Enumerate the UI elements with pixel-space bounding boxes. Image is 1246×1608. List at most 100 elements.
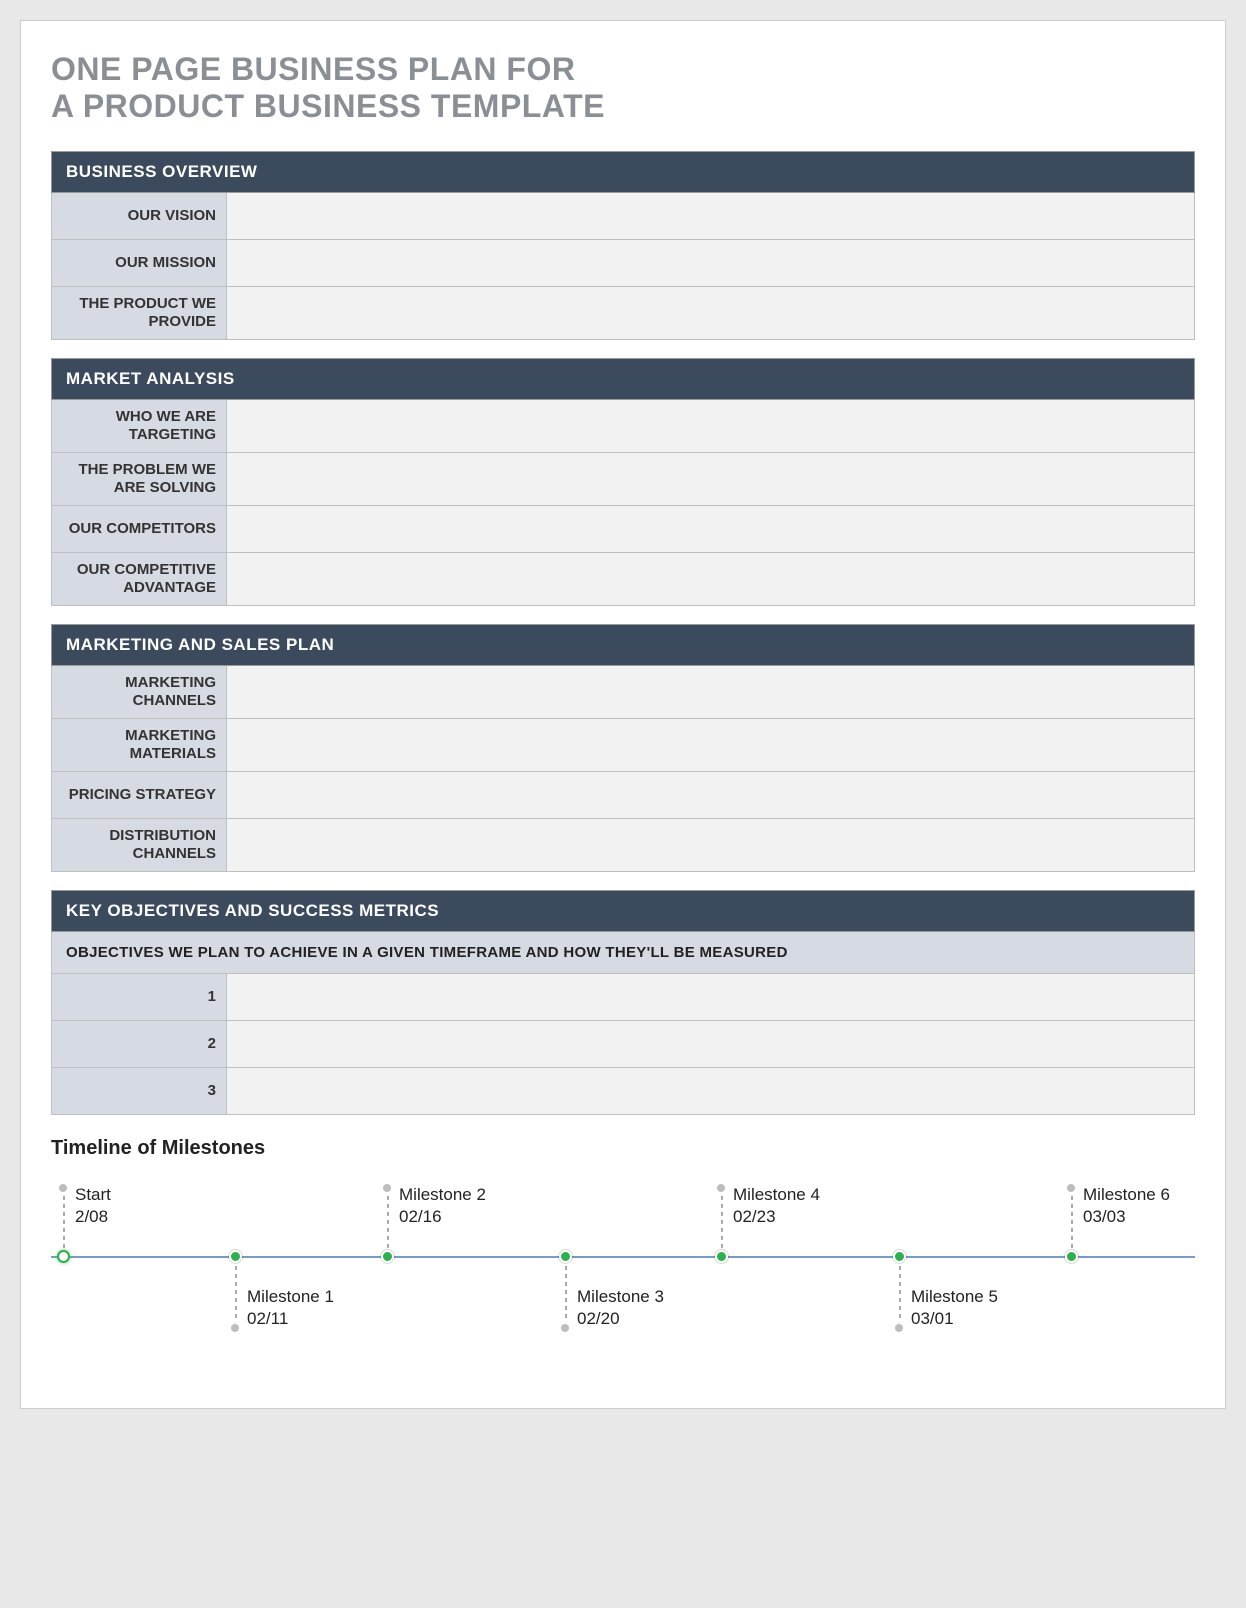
ms3-date: 02/20 bbox=[577, 1308, 664, 1330]
pin-m1 bbox=[235, 1258, 237, 1326]
axis-dot-m3 bbox=[559, 1250, 572, 1263]
row-obj-2: 2 bbox=[51, 1021, 1195, 1068]
ms-start-label: Start bbox=[75, 1184, 111, 1206]
title-line-2: A PRODUCT BUSINESS TEMPLATE bbox=[51, 88, 605, 124]
page-title: ONE PAGE BUSINESS PLAN FOR A PRODUCT BUS… bbox=[51, 51, 1195, 125]
label-competitors: OUR COMPETITORS bbox=[52, 506, 227, 552]
value-obj-3[interactable] bbox=[227, 1068, 1194, 1114]
ms1-date: 02/11 bbox=[247, 1308, 334, 1330]
pin-m6 bbox=[1071, 1188, 1073, 1256]
pin-dot-icon bbox=[893, 1322, 905, 1334]
value-targeting[interactable] bbox=[227, 400, 1194, 452]
row-problem: THE PROBLEM WE ARE SOLVING bbox=[51, 453, 1195, 506]
title-line-1: ONE PAGE BUSINESS PLAN FOR bbox=[51, 51, 575, 87]
milestone-4: Milestone 4 02/23 bbox=[733, 1184, 820, 1228]
milestone-3: Milestone 3 02/20 bbox=[577, 1286, 664, 1330]
row-obj-3: 3 bbox=[51, 1068, 1195, 1115]
value-problem[interactable] bbox=[227, 453, 1194, 505]
ms5-label: Milestone 5 bbox=[911, 1286, 998, 1308]
axis-dot-m5 bbox=[893, 1250, 906, 1263]
value-product[interactable] bbox=[227, 287, 1194, 339]
pin-dot-icon bbox=[381, 1182, 393, 1194]
row-obj-1: 1 bbox=[51, 974, 1195, 1021]
section-header-market: MARKET ANALYSIS bbox=[51, 358, 1195, 400]
timeline-title: Timeline of Milestones bbox=[51, 1137, 1195, 1160]
label-distribution: DISTRIBUTION CHANNELS bbox=[52, 819, 227, 871]
label-obj-1: 1 bbox=[52, 974, 227, 1020]
section-objectives: KEY OBJECTIVES AND SUCCESS METRICS OBJEC… bbox=[51, 890, 1195, 1115]
axis-dot-m1 bbox=[229, 1250, 242, 1263]
value-distribution[interactable] bbox=[227, 819, 1194, 871]
pin-m5 bbox=[899, 1258, 901, 1326]
value-vision[interactable] bbox=[227, 193, 1194, 239]
section-header-objectives: KEY OBJECTIVES AND SUCCESS METRICS bbox=[51, 890, 1195, 932]
label-mkt-channels: MARKETING CHANNELS bbox=[52, 666, 227, 718]
milestone-1: Milestone 1 02/11 bbox=[247, 1286, 334, 1330]
label-problem: THE PROBLEM WE ARE SOLVING bbox=[52, 453, 227, 505]
label-advantage: OUR COMPETITIVE ADVANTAGE bbox=[52, 553, 227, 605]
ms4-label: Milestone 4 bbox=[733, 1184, 820, 1206]
row-mkt-channels: MARKETING CHANNELS bbox=[51, 666, 1195, 719]
section-header-marketing: MARKETING AND SALES PLAN bbox=[51, 624, 1195, 666]
ms5-date: 03/01 bbox=[911, 1308, 998, 1330]
pin-start bbox=[63, 1188, 65, 1256]
row-mission: OUR MISSION bbox=[51, 240, 1195, 287]
axis-dot-m4 bbox=[715, 1250, 728, 1263]
label-obj-2: 2 bbox=[52, 1021, 227, 1067]
label-obj-3: 3 bbox=[52, 1068, 227, 1114]
pin-m2 bbox=[387, 1188, 389, 1256]
row-mkt-materials: MARKETING MATERIALS bbox=[51, 719, 1195, 772]
value-mission[interactable] bbox=[227, 240, 1194, 286]
value-obj-2[interactable] bbox=[227, 1021, 1194, 1067]
objectives-subheader: OBJECTIVES WE PLAN TO ACHIEVE IN A GIVEN… bbox=[51, 932, 1195, 974]
row-competitors: OUR COMPETITORS bbox=[51, 506, 1195, 553]
row-advantage: OUR COMPETITIVE ADVANTAGE bbox=[51, 553, 1195, 606]
label-targeting: WHO WE ARE TARGETING bbox=[52, 400, 227, 452]
pin-dot-icon bbox=[559, 1322, 571, 1334]
section-marketing-sales: MARKETING AND SALES PLAN MARKETING CHANN… bbox=[51, 624, 1195, 872]
ms2-label: Milestone 2 bbox=[399, 1184, 486, 1206]
ms2-date: 02/16 bbox=[399, 1206, 486, 1228]
value-advantage[interactable] bbox=[227, 553, 1194, 605]
value-pricing[interactable] bbox=[227, 772, 1194, 818]
row-distribution: DISTRIBUTION CHANNELS bbox=[51, 819, 1195, 872]
label-pricing: PRICING STRATEGY bbox=[52, 772, 227, 818]
row-pricing: PRICING STRATEGY bbox=[51, 772, 1195, 819]
row-product: THE PRODUCT WE PROVIDE bbox=[51, 287, 1195, 340]
axis-dot-m2 bbox=[381, 1250, 394, 1263]
section-market-analysis: MARKET ANALYSIS WHO WE ARE TARGETING THE… bbox=[51, 358, 1195, 606]
value-obj-1[interactable] bbox=[227, 974, 1194, 1020]
pin-dot-icon bbox=[229, 1322, 241, 1334]
label-vision: OUR VISION bbox=[52, 193, 227, 239]
label-mission: OUR MISSION bbox=[52, 240, 227, 286]
pin-m3 bbox=[565, 1258, 567, 1326]
section-header-overview: BUSINESS OVERVIEW bbox=[51, 151, 1195, 193]
value-mkt-channels[interactable] bbox=[227, 666, 1194, 718]
milestone-start: Start 2/08 bbox=[75, 1184, 111, 1228]
milestone-2: Milestone 2 02/16 bbox=[399, 1184, 486, 1228]
ms1-label: Milestone 1 bbox=[247, 1286, 334, 1308]
label-mkt-materials: MARKETING MATERIALS bbox=[52, 719, 227, 771]
ms6-label: Milestone 6 bbox=[1083, 1184, 1170, 1206]
section-business-overview: BUSINESS OVERVIEW OUR VISION OUR MISSION… bbox=[51, 151, 1195, 340]
pin-dot-icon bbox=[715, 1182, 727, 1194]
row-targeting: WHO WE ARE TARGETING bbox=[51, 400, 1195, 453]
axis-dot-m6 bbox=[1065, 1250, 1078, 1263]
timeline-axis bbox=[51, 1256, 1195, 1258]
pin-dot-icon bbox=[1065, 1182, 1077, 1194]
label-product: THE PRODUCT WE PROVIDE bbox=[52, 287, 227, 339]
milestone-5: Milestone 5 03/01 bbox=[911, 1286, 998, 1330]
pin-m4 bbox=[721, 1188, 723, 1256]
ms3-label: Milestone 3 bbox=[577, 1286, 664, 1308]
pin-dot-icon bbox=[57, 1182, 69, 1194]
ms-start-date: 2/08 bbox=[75, 1206, 111, 1228]
milestone-6: Milestone 6 03/03 bbox=[1083, 1184, 1170, 1228]
timeline: Start 2/08 Milestone 1 02/11 Milestone 2… bbox=[51, 1178, 1195, 1368]
row-vision: OUR VISION bbox=[51, 193, 1195, 240]
value-competitors[interactable] bbox=[227, 506, 1194, 552]
value-mkt-materials[interactable] bbox=[227, 719, 1194, 771]
ms6-date: 03/03 bbox=[1083, 1206, 1170, 1228]
document-page: ONE PAGE BUSINESS PLAN FOR A PRODUCT BUS… bbox=[20, 20, 1226, 1409]
ms4-date: 02/23 bbox=[733, 1206, 820, 1228]
axis-dot-start bbox=[57, 1250, 70, 1263]
